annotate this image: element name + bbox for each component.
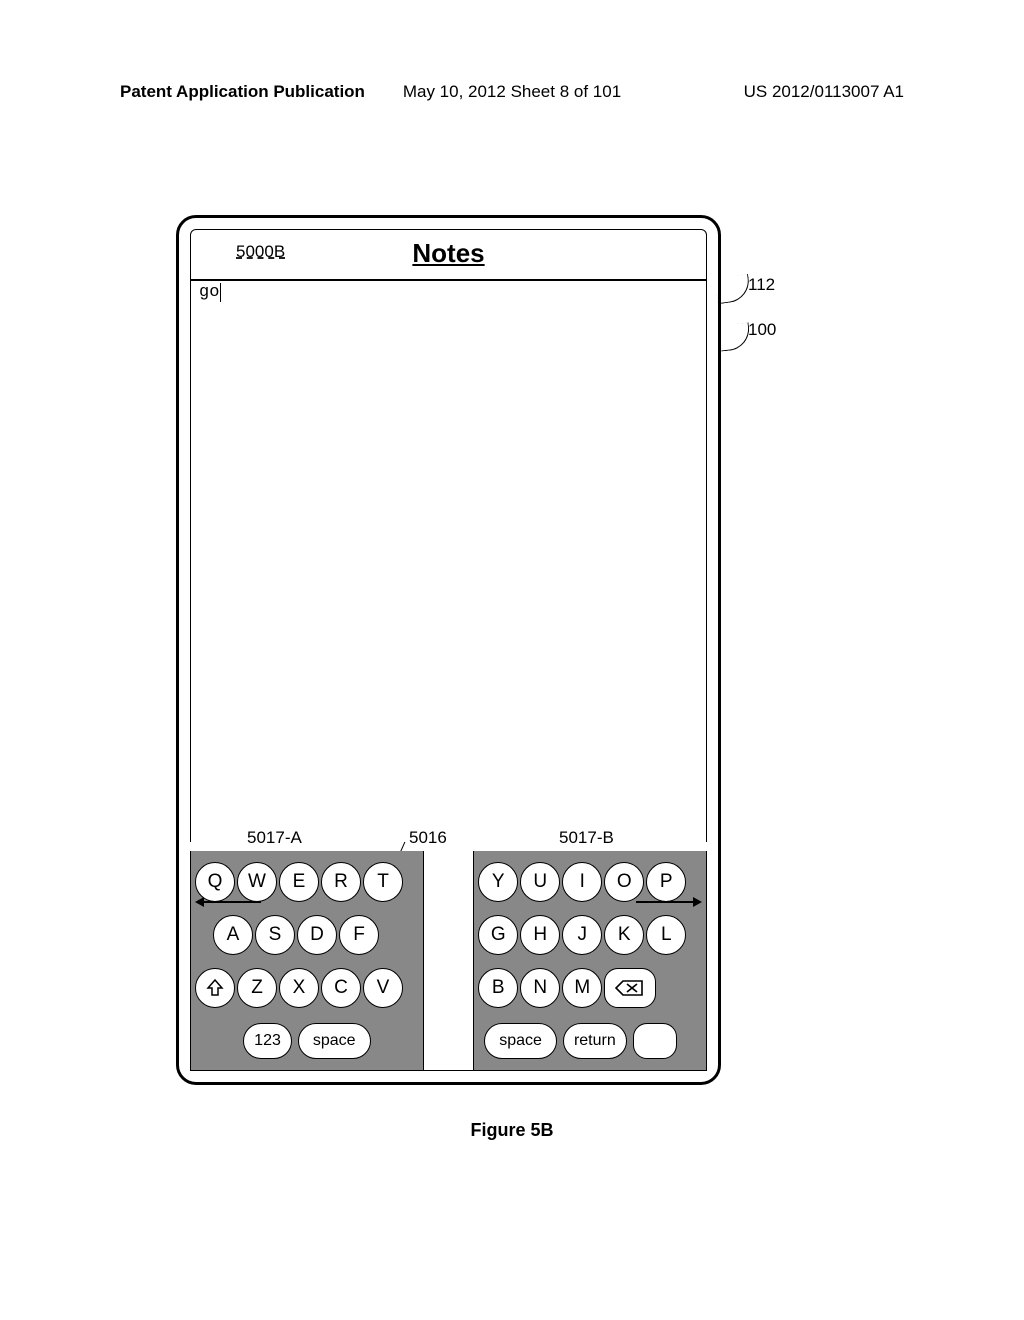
leader-112 bbox=[714, 274, 751, 304]
key-j[interactable]: J bbox=[562, 915, 602, 955]
keyboard-right-half[interactable]: Y U I O P G H J K L B N M bbox=[474, 851, 706, 1070]
key-y[interactable]: Y bbox=[478, 862, 518, 902]
split-keyboard: Q W E R T A S D F bbox=[190, 851, 707, 1071]
app-title: Notes bbox=[191, 238, 706, 269]
key-h[interactable]: H bbox=[520, 915, 560, 955]
key-t[interactable]: T bbox=[363, 862, 403, 902]
key-u[interactable]: U bbox=[520, 862, 560, 902]
key-p[interactable]: P bbox=[646, 862, 686, 902]
key-n[interactable]: N bbox=[520, 968, 560, 1008]
callout-112: 112 bbox=[748, 275, 775, 295]
typed-text: go bbox=[199, 283, 221, 302]
key-c[interactable]: C bbox=[321, 968, 361, 1008]
key-backspace[interactable] bbox=[604, 968, 656, 1008]
key-r[interactable]: R bbox=[321, 862, 361, 902]
leader-100 bbox=[719, 323, 752, 352]
keyboard-gap bbox=[423, 851, 475, 1070]
key-d[interactable]: D bbox=[297, 915, 337, 955]
key-z[interactable]: Z bbox=[237, 968, 277, 1008]
key-123[interactable]: 123 bbox=[243, 1023, 292, 1059]
key-space-right[interactable]: space bbox=[484, 1023, 557, 1059]
key-o[interactable]: O bbox=[604, 862, 644, 902]
key-shift[interactable] bbox=[195, 968, 235, 1008]
key-blank[interactable] bbox=[633, 1023, 677, 1059]
key-s[interactable]: S bbox=[255, 915, 295, 955]
key-space-left[interactable]: space bbox=[298, 1023, 371, 1059]
label-5016: 5016 bbox=[409, 828, 447, 848]
key-b[interactable]: B bbox=[478, 968, 518, 1008]
drag-arrow-right-icon bbox=[636, 901, 700, 903]
keyboard-left-half[interactable]: Q W E R T A S D F bbox=[191, 851, 423, 1070]
key-l[interactable]: L bbox=[646, 915, 686, 955]
callout-100: 100 bbox=[748, 320, 776, 340]
backspace-icon bbox=[615, 978, 645, 998]
key-v[interactable]: V bbox=[363, 968, 403, 1008]
key-k[interactable]: K bbox=[604, 915, 644, 955]
figure-caption: Figure 5B bbox=[0, 1120, 1024, 1141]
key-return[interactable]: return bbox=[563, 1023, 627, 1059]
key-m[interactable]: M bbox=[562, 968, 602, 1008]
key-f[interactable]: F bbox=[339, 915, 379, 955]
device-figure: 5000B Notes go 5017-A 5016 5017-B Q W E bbox=[176, 215, 721, 1085]
key-a[interactable]: A bbox=[213, 915, 253, 955]
drag-arrow-left-icon bbox=[197, 901, 261, 903]
key-q[interactable]: Q bbox=[195, 862, 235, 902]
key-g[interactable]: G bbox=[478, 915, 518, 955]
notes-text-area[interactable]: go bbox=[190, 281, 707, 842]
label-5017a: 5017-A bbox=[247, 828, 302, 848]
key-x[interactable]: X bbox=[279, 968, 319, 1008]
device-body: 5000B Notes go 5017-A 5016 5017-B Q W E bbox=[176, 215, 721, 1085]
key-w[interactable]: W bbox=[237, 862, 277, 902]
key-e[interactable]: E bbox=[279, 862, 319, 902]
shift-icon bbox=[205, 978, 225, 998]
label-5017b: 5017-B bbox=[559, 828, 614, 848]
key-i[interactable]: I bbox=[562, 862, 602, 902]
title-bar: 5000B Notes bbox=[190, 229, 707, 281]
publication-number: US 2012/0113007 A1 bbox=[744, 82, 904, 102]
